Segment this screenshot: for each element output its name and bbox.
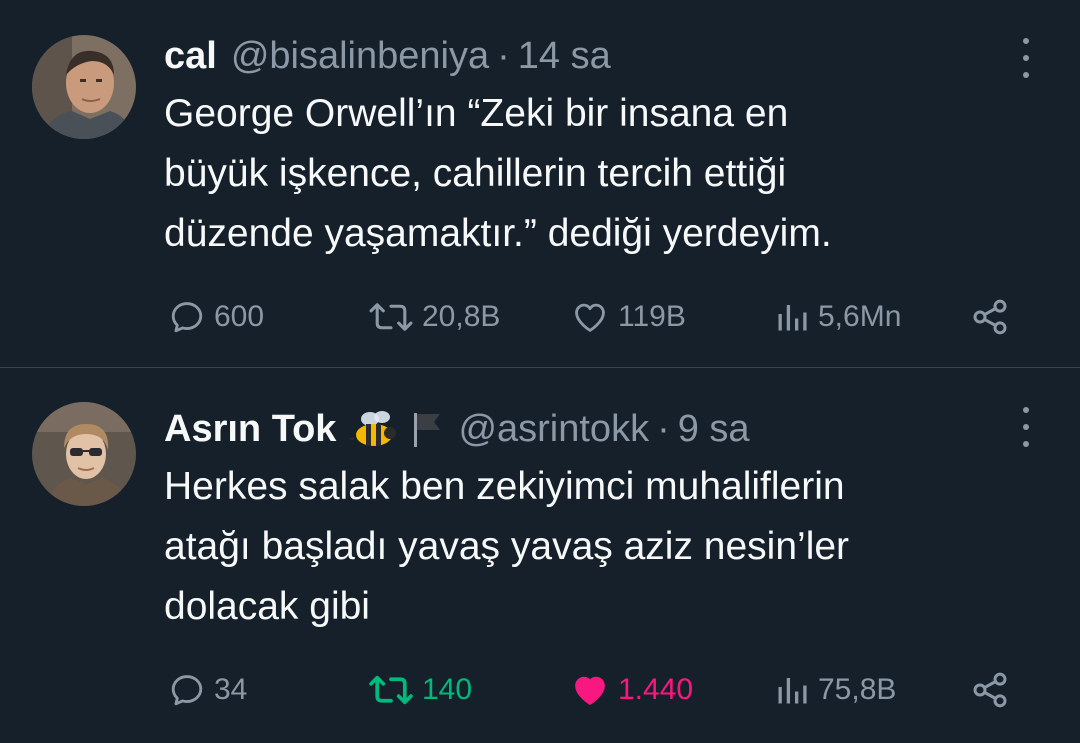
share-icon: [973, 672, 1007, 708]
more-options-icon[interactable]: [1016, 38, 1036, 78]
display-name[interactable]: cal: [164, 32, 217, 80]
avatar[interactable]: [32, 402, 136, 506]
handle[interactable]: @bisalinbeniya: [231, 32, 489, 80]
separator: ·: [657, 408, 670, 450]
views-button[interactable]: 5,6Mn: [774, 292, 901, 342]
share-button[interactable]: [970, 292, 1010, 342]
heart-icon: [575, 303, 605, 332]
tweet-actions: 34 140 1.440 75,8B: [164, 665, 1020, 715]
views-count: 5,6Mn: [818, 300, 902, 333]
share-icon: [973, 299, 1007, 335]
like-count: 1.440: [618, 673, 694, 706]
views-icon: [778, 678, 807, 704]
views-count: 75,8B: [818, 673, 897, 706]
handle[interactable]: @asrintokk: [458, 405, 649, 453]
reply-count: 600: [214, 300, 265, 333]
retweet-icon: [369, 675, 413, 705]
share-button[interactable]: [970, 665, 1010, 715]
reply-count: 34: [214, 673, 248, 706]
retweet-icon: [369, 303, 413, 331]
retweet-count: 140: [422, 673, 473, 706]
views-button[interactable]: 75,8B: [774, 665, 896, 715]
timestamp[interactable]: 9 sa: [678, 405, 750, 453]
timestamp[interactable]: 14 sa: [518, 32, 611, 80]
like-count: 119B: [618, 300, 686, 333]
flag-emoji-icon: [410, 409, 444, 449]
bee-emoji-icon: [348, 407, 398, 451]
tweet-text: George Orwell’ın “Zeki bir insana en büy…: [164, 92, 832, 255]
reply-button[interactable]: 34: [168, 665, 247, 715]
display-name[interactable]: Asrın Tok: [164, 405, 336, 453]
tweet-header: cal @bisalinbeniya · 14 sa: [164, 32, 1000, 80]
tweet[interactable]: cal @bisalinbeniya · 14 sa George Orwell…: [0, 0, 1080, 368]
reply-button[interactable]: 600: [168, 292, 264, 342]
separator: ·: [497, 35, 510, 77]
retweet-button[interactable]: 140: [368, 665, 472, 715]
tweet-text: Herkes salak ben zekiyimci muhaliflerin …: [164, 465, 850, 628]
reply-icon: [171, 302, 203, 333]
tweet-header: Asrın Tok @asrintokk · 9 sa: [164, 405, 1000, 453]
like-button[interactable]: 1.440: [570, 665, 693, 715]
more-options-icon[interactable]: [1016, 407, 1036, 447]
heart-icon: [575, 676, 605, 705]
like-button[interactable]: 119B: [570, 292, 686, 342]
tweet-actions: 600 20,8B 119B 5,6Mn: [164, 292, 1020, 342]
tweet[interactable]: Asrın Tok @asrintokk · 9 sa Herkes salak: [0, 369, 1080, 743]
avatar[interactable]: [32, 35, 136, 139]
retweet-count: 20,8B: [422, 300, 501, 333]
reply-icon: [171, 675, 203, 706]
views-icon: [778, 305, 807, 331]
retweet-button[interactable]: 20,8B: [368, 292, 500, 342]
